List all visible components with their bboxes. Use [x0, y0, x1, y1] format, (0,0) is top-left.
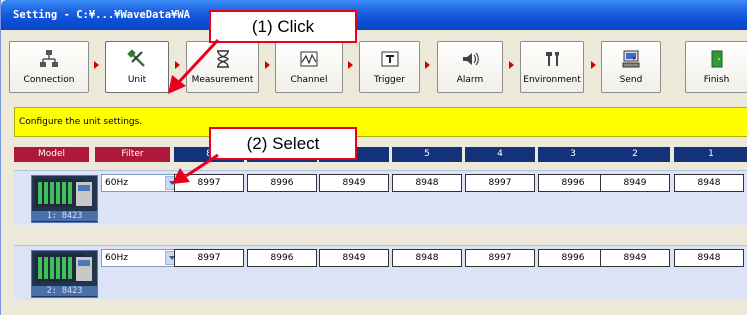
select-arrow-icon	[172, 153, 219, 184]
click-arrow-icon	[168, 38, 220, 94]
annotation-arrows	[168, 38, 220, 184]
